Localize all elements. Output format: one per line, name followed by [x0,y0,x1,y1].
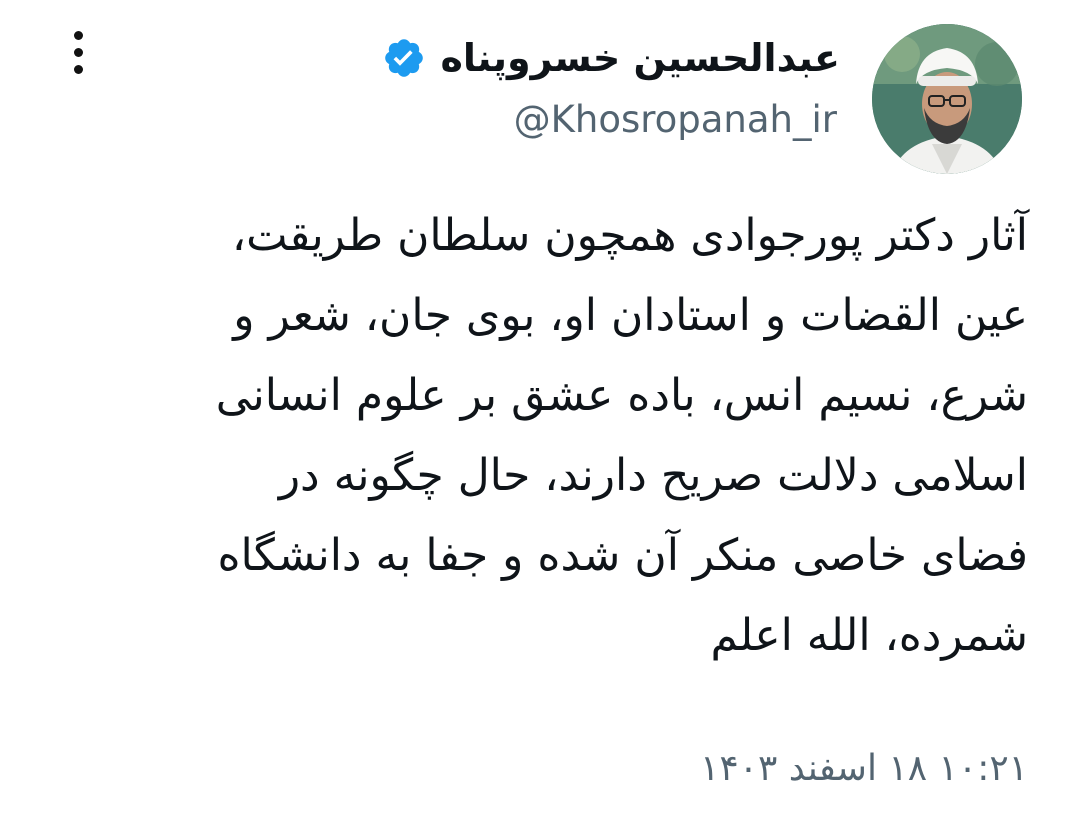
avatar-image [872,24,1022,174]
author-handle[interactable]: @Khosropanah_ir [514,98,837,141]
author-name-row[interactable]: عبدالحسین خسروپناه [382,36,840,80]
more-vertical-icon [73,30,83,40]
tweet-timestamp[interactable]: ۱۰:۲۱ ۱۸ اسفند ۱۴۰۳ [700,748,1028,789]
tweet-line: شمرده، الله اعلم [710,610,1028,661]
tweet-line: اسلامی دلالت صریح دارند، حال چگونه در [278,450,1028,501]
tweet-text: آثار دکتر پورجوادی همچون سلطان طریقت، عی… [48,196,1028,676]
tweet-line: شرع، نسیم انس، باده عشق بر علوم انسانی [215,370,1028,421]
verified-badge-icon [385,39,424,77]
author-display-name[interactable]: عبدالحسین خسروپناه [440,36,840,80]
tweet-line: عین القضات و استادان او، بوی جان، شعر و [233,290,1028,341]
more-options-button[interactable] [58,30,98,74]
avatar[interactable] [872,24,1022,174]
tweet-line: فضای خاصی منکر آن شده و جفا به دانشگاه [217,530,1028,581]
tweet-line: آثار دکتر پورجوادی همچون سلطان طریقت، [231,210,1028,261]
